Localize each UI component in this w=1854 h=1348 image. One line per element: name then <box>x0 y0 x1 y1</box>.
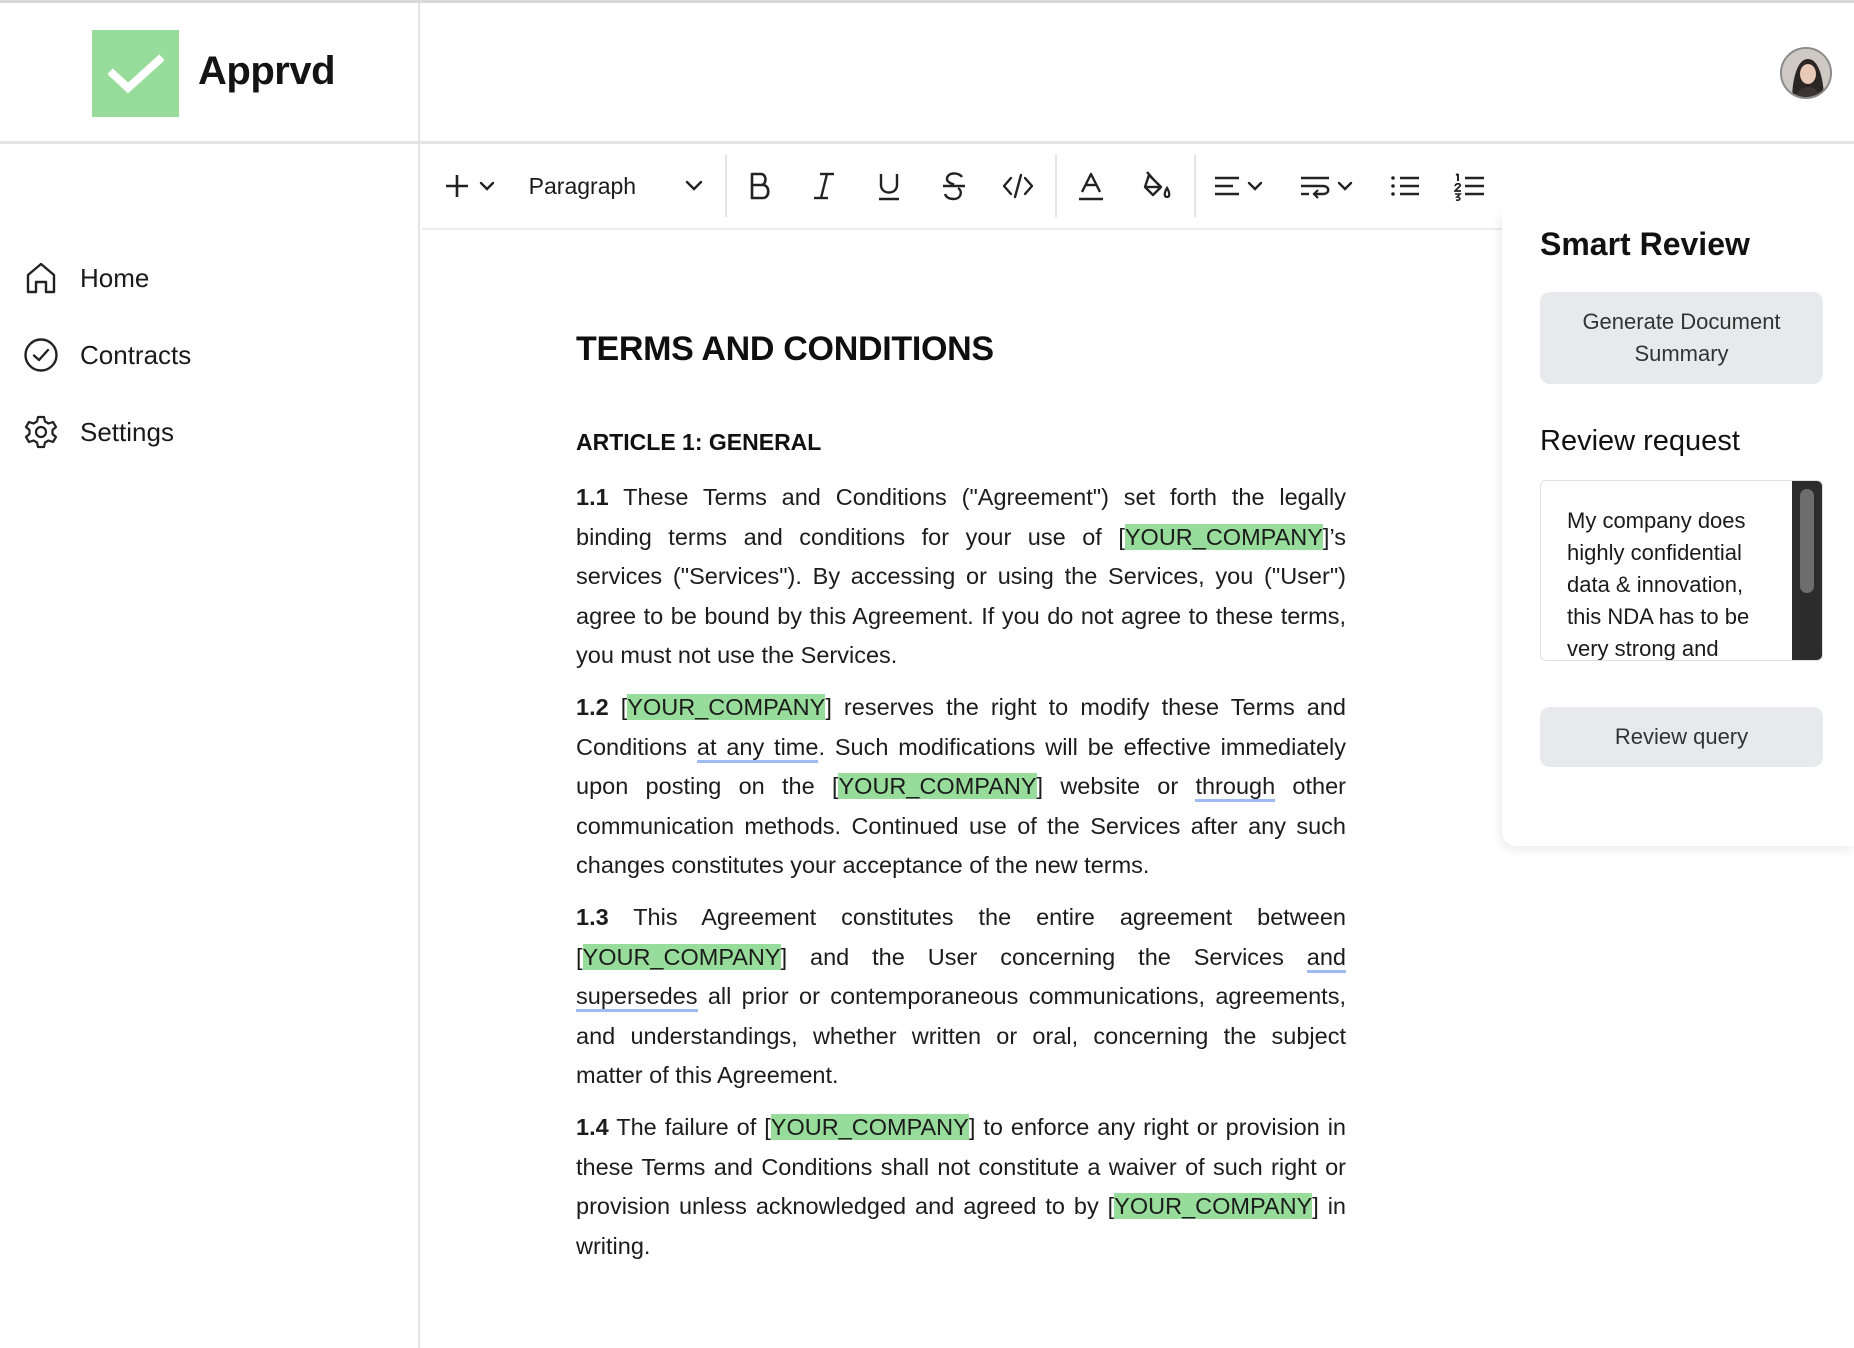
check-circle-icon <box>22 336 60 374</box>
plus-icon <box>446 175 495 197</box>
review-query-button[interactable]: Review query <box>1540 707 1823 767</box>
company-placeholder[interactable]: YOUR_COMPANY <box>838 773 1037 800</box>
logo-check-icon <box>92 30 179 117</box>
code-button[interactable] <box>986 160 1051 212</box>
review-request-text: My company does highly confidential data… <box>1567 508 1750 661</box>
clause-number: 1.2 <box>576 693 609 720</box>
clause-number: 1.4 <box>576 1113 609 1140</box>
clause-text: ] and the User concerning the Services <box>780 943 1307 970</box>
numbered-list-icon <box>1453 173 1484 201</box>
bold-icon <box>750 172 770 200</box>
bullet-list-button[interactable] <box>1373 160 1438 212</box>
paragraph-1-1: 1.1 These Terms and Conditions ("Agreeme… <box>576 478 1346 676</box>
brand-area: Apprvd <box>0 3 420 144</box>
clause-text: [ <box>608 693 628 720</box>
code-icon <box>1003 173 1034 199</box>
textarea-scrollbar[interactable] <box>1792 481 1822 660</box>
top-header: Apprvd <box>0 3 1854 144</box>
insert-dropdown[interactable] <box>440 160 507 212</box>
sidebar-item-label: Home <box>80 262 150 293</box>
review-request-textarea[interactable]: My company does highly confidential data… <box>1540 480 1823 661</box>
document-editor[interactable]: TERMS AND CONDITIONS ARTICLE 1: GENERAL … <box>576 330 1346 1266</box>
align-left-icon <box>1215 176 1263 196</box>
highlight-color-button[interactable] <box>1125 160 1190 212</box>
app-name[interactable]: Apprvd <box>198 49 336 94</box>
italic-button[interactable] <box>792 160 857 212</box>
sidebar-item-settings[interactable]: Settings <box>22 410 174 454</box>
bold-button[interactable] <box>727 160 792 212</box>
paragraph-1-3: 1.3 This Agreement constitutes the entir… <box>576 898 1346 1096</box>
smart-review-panel: Smart Review Generate Document Summary R… <box>1502 212 1854 846</box>
editor-toolbar: Paragraph <box>422 144 1502 230</box>
suggestion-underline[interactable]: at any time <box>696 733 819 763</box>
font-color-icon <box>1079 172 1104 201</box>
clause-text: ] website or <box>1036 773 1196 800</box>
company-placeholder[interactable]: YOUR_COMPANY <box>1124 523 1323 550</box>
underline-icon <box>878 174 899 201</box>
company-placeholder[interactable]: YOUR_COMPANY <box>582 943 781 970</box>
sidebar-item-label: Contracts <box>80 339 192 370</box>
clause-number: 1.1 <box>576 484 609 510</box>
document-title: TERMS AND CONDITIONS <box>576 330 994 368</box>
text-wrap-dropdown[interactable] <box>1282 160 1372 212</box>
underline-button[interactable] <box>857 160 922 212</box>
article-heading: ARTICLE 1: GENERAL <box>576 429 822 455</box>
review-request-title: Review request <box>1540 425 1740 457</box>
strikethrough-button[interactable] <box>921 160 986 212</box>
paint-bucket-icon <box>1143 171 1171 199</box>
scrollbar-thumb[interactable] <box>1800 489 1814 593</box>
clause-text: The failure of [ <box>608 1113 771 1140</box>
numbered-list-button[interactable] <box>1437 160 1502 212</box>
sidebar-item-label: Settings <box>80 416 174 447</box>
chevron-down-icon <box>686 180 703 191</box>
block-type-select[interactable]: Paragraph <box>507 173 704 200</box>
paragraph-1-2: 1.2 [YOUR_COMPANY] reserves the right to… <box>576 688 1346 886</box>
block-type-value: Paragraph <box>528 172 637 199</box>
font-color-button[interactable] <box>1057 160 1126 212</box>
generate-summary-button[interactable]: Generate Document Summary <box>1540 292 1823 384</box>
bullet-list-icon <box>1391 176 1419 196</box>
home-icon <box>22 259 60 297</box>
sidebar: Home Contracts Settings <box>0 144 420 1348</box>
italic-icon <box>814 172 835 200</box>
clause-number: 1.3 <box>576 903 609 930</box>
user-avatar[interactable] <box>1780 47 1832 99</box>
company-placeholder[interactable]: YOUR_COMPANY <box>1114 1193 1313 1220</box>
sidebar-item-home[interactable]: Home <box>22 256 149 300</box>
align-dropdown[interactable] <box>1196 160 1282 212</box>
panel-title: Smart Review <box>1540 226 1750 262</box>
suggestion-underline[interactable]: through <box>1195 773 1276 803</box>
sidebar-item-contracts[interactable]: Contracts <box>22 333 191 377</box>
company-placeholder[interactable]: YOUR_COMPANY <box>627 693 826 720</box>
gear-icon <box>22 413 60 451</box>
text-wrap-icon <box>1301 176 1353 199</box>
company-placeholder[interactable]: YOUR_COMPANY <box>770 1113 969 1140</box>
strikethrough-icon <box>942 172 965 201</box>
paragraph-1-4: 1.4 The failure of [YOUR_COMPANY] to enf… <box>576 1108 1346 1266</box>
